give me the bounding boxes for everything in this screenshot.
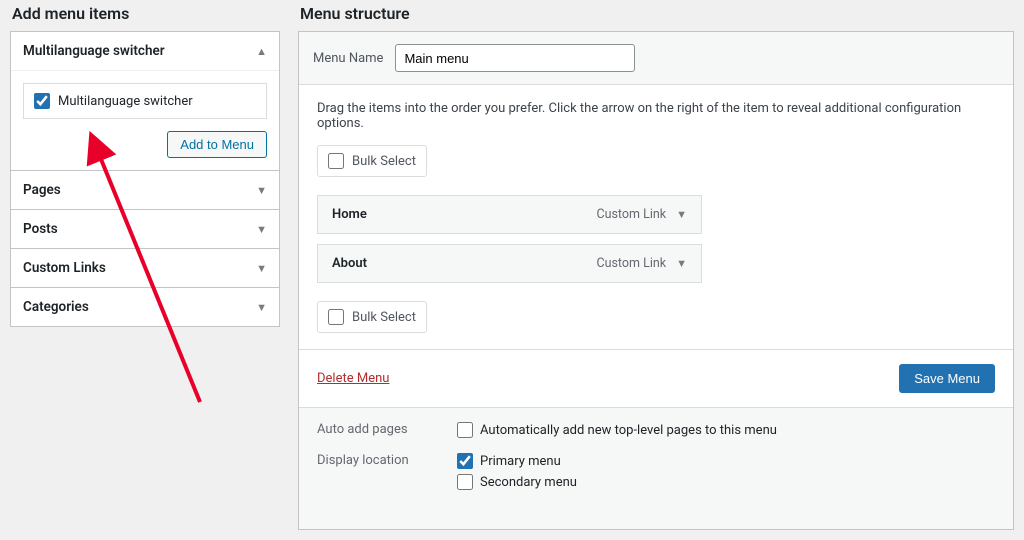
display-location-label: Display location: [317, 453, 457, 495]
save-menu-button[interactable]: Save Menu: [899, 364, 995, 393]
accordion-multilanguage-switcher[interactable]: Multilanguage switcher ▲ Multilanguage s…: [10, 31, 280, 171]
menu-panel: Menu Name Drag the items into the order …: [298, 31, 1014, 530]
accordion-body-ml: Multilanguage switcher Add to Menu: [11, 70, 279, 170]
chevron-down-icon: ▼: [256, 262, 267, 275]
menu-structure-column: Menu structure Menu Name Drag the items …: [298, 4, 1014, 530]
menu-items-list: Home Custom Link ▼ About Custom Link ▼: [317, 195, 995, 283]
menu-item-title: Home: [332, 207, 596, 222]
menu-item-title: About: [332, 256, 596, 271]
chevron-down-icon[interactable]: ▼: [676, 208, 687, 221]
add-to-menu-button[interactable]: Add to Menu: [167, 131, 267, 158]
bulk-select-checkbox[interactable]: [328, 309, 344, 325]
ml-item-label: Multilanguage switcher: [58, 94, 193, 109]
chevron-down-icon: ▼: [256, 223, 267, 236]
auto-add-checkbox[interactable]: [457, 422, 473, 438]
menu-name-label: Menu Name: [313, 51, 383, 66]
chevron-down-icon: ▼: [256, 184, 267, 197]
location-secondary-checkbox[interactable]: [457, 474, 473, 490]
accordion-posts[interactable]: Posts ▼: [10, 210, 280, 249]
ml-item-checkbox[interactable]: [34, 93, 50, 109]
location-primary-text: Primary menu: [480, 454, 561, 469]
chevron-up-icon: ▲: [256, 45, 267, 58]
menu-item[interactable]: About Custom Link ▼: [317, 244, 702, 283]
menu-settings: Auto add pages Automatically add new top…: [299, 407, 1013, 529]
accordion-title: Multilanguage switcher: [23, 43, 165, 59]
bulk-select-label: Bulk Select: [352, 310, 416, 325]
ml-item-row[interactable]: Multilanguage switcher: [23, 83, 267, 119]
menu-item-type: Custom Link: [596, 256, 666, 271]
location-secondary[interactable]: Secondary menu: [457, 474, 577, 490]
delete-menu-link[interactable]: Delete Menu: [317, 371, 389, 386]
chevron-down-icon[interactable]: ▼: [676, 257, 687, 270]
location-primary[interactable]: Primary menu: [457, 453, 577, 469]
accordion-title: Custom Links: [23, 260, 106, 276]
menu-item-type: Custom Link: [596, 207, 666, 222]
accordion-title: Posts: [23, 221, 58, 237]
location-secondary-text: Secondary menu: [480, 475, 577, 490]
menu-panel-header: Menu Name: [299, 32, 1013, 85]
drag-hint: Drag the items into the order you prefer…: [317, 101, 995, 131]
bulk-select-top[interactable]: Bulk Select: [317, 145, 427, 177]
bulk-select-checkbox[interactable]: [328, 153, 344, 169]
chevron-down-icon: ▼: [256, 301, 267, 314]
accordion-header-ml[interactable]: Multilanguage switcher ▲: [11, 32, 279, 70]
auto-add-text: Automatically add new top-level pages to…: [480, 423, 777, 438]
auto-add-label: Auto add pages: [317, 422, 457, 443]
menu-item[interactable]: Home Custom Link ▼: [317, 195, 702, 234]
bulk-select-bottom[interactable]: Bulk Select: [317, 301, 427, 333]
add-items-heading: Add menu items: [12, 4, 280, 23]
menu-structure-heading: Menu structure: [300, 4, 1014, 23]
location-primary-checkbox[interactable]: [457, 453, 473, 469]
menu-name-input[interactable]: [395, 44, 635, 72]
accordion-pages[interactable]: Pages ▼: [10, 171, 280, 210]
menu-panel-actions: Delete Menu Save Menu: [299, 349, 1013, 407]
auto-add-option[interactable]: Automatically add new top-level pages to…: [457, 422, 777, 438]
accordion-title: Pages: [23, 182, 61, 198]
bulk-select-label: Bulk Select: [352, 154, 416, 169]
add-menu-items-column: Add menu items Multilanguage switcher ▲ …: [10, 4, 280, 530]
accordion-title: Categories: [23, 299, 89, 315]
accordion-custom-links[interactable]: Custom Links ▼: [10, 249, 280, 288]
accordion-categories[interactable]: Categories ▼: [10, 288, 280, 327]
menu-panel-body: Drag the items into the order you prefer…: [299, 85, 1013, 349]
